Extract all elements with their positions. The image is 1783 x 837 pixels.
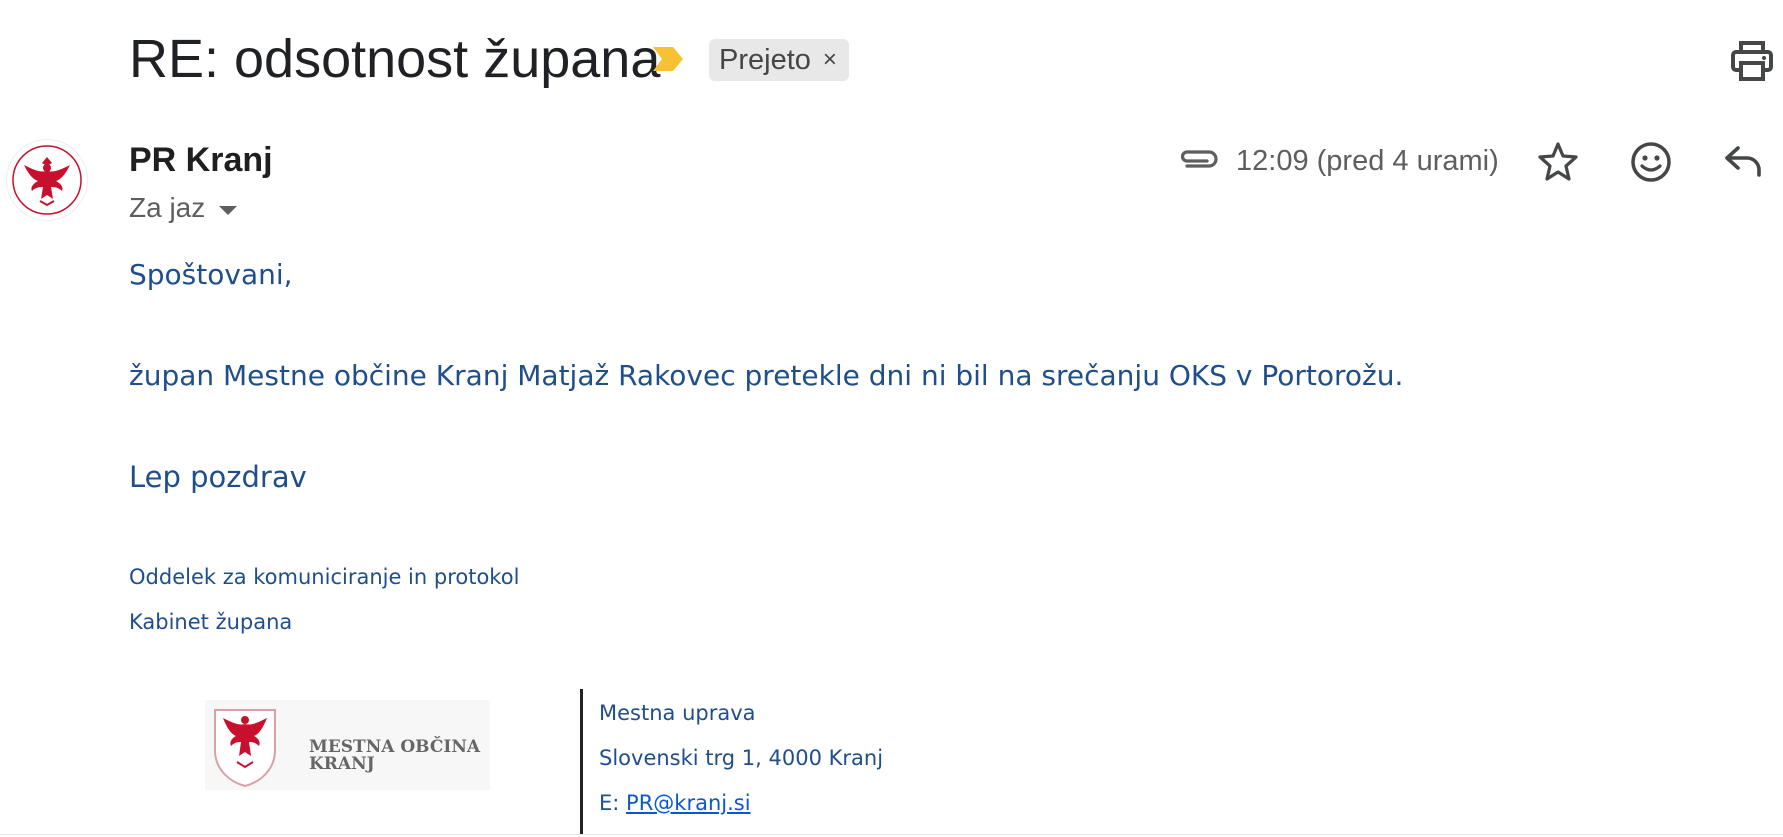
- signature-address-line1: Mestna uprava: [599, 701, 756, 725]
- signature-divider: [580, 689, 583, 835]
- remove-label-button[interactable]: ×: [823, 46, 837, 74]
- label-chip-inbox[interactable]: Prejeto ×: [709, 39, 849, 81]
- signature-department: Oddelek za komuniciranje in protokol: [129, 565, 520, 589]
- coat-of-arms-avatar: [12, 145, 82, 215]
- email-greeting: Spoštovani,: [129, 258, 293, 291]
- sender-name: PR Kranj: [129, 141, 273, 179]
- signature-email-prefix: E:: [599, 791, 627, 815]
- signature-address-line2: Slovenski trg 1, 4000 Kranj: [599, 746, 884, 770]
- star-icon[interactable]: [1538, 141, 1578, 181]
- recipient-dropdown[interactable]: Za jaz: [129, 190, 238, 226]
- signature-email-line: E: PR@kranj.si: [599, 791, 751, 815]
- recipient-label: Za jaz: [129, 192, 206, 223]
- sender-avatar[interactable]: [6, 139, 88, 221]
- email-subject: RE: odsotnost župana: [129, 29, 661, 89]
- logo-text-line2: KRANJ: [309, 754, 375, 774]
- reply-icon[interactable]: [1723, 143, 1763, 179]
- email-timestamp: 12:09 (pred 4 urami): [1236, 145, 1499, 177]
- bottom-divider: [0, 834, 1783, 835]
- municipality-logo: MESTNA OBČINA KRANJ: [205, 700, 490, 790]
- print-icon[interactable]: [1730, 41, 1774, 81]
- chevron-down-icon[interactable]: [219, 205, 238, 215]
- emoji-icon[interactable]: [1630, 141, 1672, 183]
- signature-email-link[interactable]: PR@kranj.si: [626, 791, 751, 815]
- signature-cabinet: Kabinet župana: [129, 610, 293, 634]
- email-paragraph: župan Mestne občine Kranj Matjaž Rakovec…: [129, 359, 1404, 392]
- paperclip-icon: [1180, 150, 1218, 168]
- email-closing: Lep pozdrav: [129, 460, 307, 494]
- label-chip-text: Prejeto: [719, 43, 811, 76]
- importance-marker-icon[interactable]: [651, 45, 685, 73]
